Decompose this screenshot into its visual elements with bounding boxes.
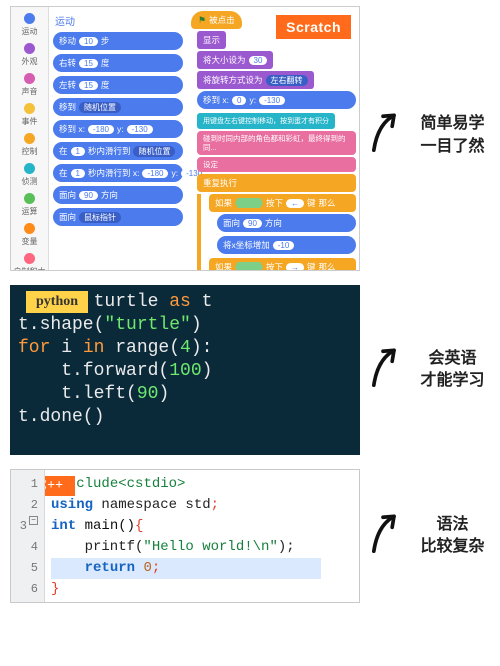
palette-cat-variables[interactable]: 变量 bbox=[22, 223, 38, 247]
control-forever[interactable]: 重复执行 bbox=[197, 174, 356, 192]
custom-short[interactable]: 设定 bbox=[197, 157, 356, 172]
hat-block[interactable]: ⚑被点击 bbox=[191, 11, 242, 29]
block-point[interactable]: 面向90方向 bbox=[53, 186, 183, 204]
palette-cat-operators[interactable]: 运算 bbox=[22, 193, 38, 217]
palette-cat-looks[interactable]: 外观 bbox=[22, 43, 38, 67]
flag-icon: ⚑ bbox=[198, 15, 206, 26]
cpp-code: #include<cstdio> using namespace std; in… bbox=[51, 474, 321, 600]
block-turn-right[interactable]: 右转15度 bbox=[53, 54, 183, 72]
looks-show[interactable]: 显示 bbox=[197, 31, 226, 49]
control-if-2[interactable]: 如果按下→键那么 bbox=[209, 258, 356, 271]
arrow-icon bbox=[360, 101, 405, 171]
palette-cat-sound[interactable]: 声音 bbox=[22, 73, 38, 97]
category-title: 运动 bbox=[55, 13, 183, 28]
hex-slot bbox=[235, 198, 263, 208]
palette-cat-sensing[interactable]: 侦测 bbox=[22, 163, 38, 187]
sensing-ask[interactable]: 用键盘左右键控制移动，按到蛋才有积分 bbox=[197, 113, 335, 129]
scratch-screenshot: Scratch 运动 外观 声音 事件 控制 侦测 运算 变量 自制积木 运动 … bbox=[10, 6, 360, 271]
block-glidexy[interactable]: 在1秒内滑行到 x:-180y:-130 bbox=[53, 164, 183, 182]
looks-rotstyle[interactable]: 将旋转方式设为左右翻转 bbox=[197, 71, 314, 89]
block-goto[interactable]: 移到随机位置 bbox=[53, 98, 183, 116]
arrow-icon bbox=[360, 335, 405, 405]
caption-cpp: 语法 比较复杂 bbox=[405, 514, 500, 559]
block-turn-left[interactable]: 左转15度 bbox=[53, 76, 183, 94]
cpp-screenshot: C++ 1 2 3− 4 5 6 #include<cstdio> using … bbox=[10, 469, 360, 603]
palette-cat-motion[interactable]: 运动 bbox=[22, 13, 38, 37]
palette-cat-events[interactable]: 事件 bbox=[22, 103, 38, 127]
block-move[interactable]: 移动10步 bbox=[53, 32, 183, 50]
block-glide[interactable]: 在1秒内滑行到随机位置 bbox=[53, 142, 183, 160]
block-point-towards[interactable]: 面向鼠标指针 bbox=[53, 208, 183, 226]
arrow-icon bbox=[360, 501, 405, 571]
palette-cat-myblocks[interactable]: 自制积木 bbox=[14, 253, 46, 271]
hex-slot bbox=[235, 262, 263, 271]
line-gutter: 1 2 3− 4 5 6 bbox=[11, 470, 45, 602]
python-badge: python bbox=[26, 291, 88, 313]
fold-icon[interactable]: − bbox=[29, 516, 38, 525]
caption-scratch: 简单易学 一目了然 bbox=[405, 113, 500, 158]
looks-setsize[interactable]: 将大小设为30 bbox=[197, 51, 273, 69]
block-palette: 运动 外观 声音 事件 控制 侦测 运算 变量 自制积木 bbox=[11, 7, 49, 270]
motion-blocks-list: 运动 移动10步 右转15度 左转15度 移到随机位置 移到 x:-180y:-… bbox=[53, 7, 183, 270]
custom-long[interactable]: 碰到时同内部的角色都和彩虹，最终得到的同... bbox=[197, 131, 356, 155]
block-gotoxy[interactable]: 移到 x:-180y:-130 bbox=[53, 120, 183, 138]
script-area[interactable]: ⚑被点击 显示 将大小设为30 将旋转方式设为左右翻转 移到 x:0y:-130… bbox=[191, 11, 356, 271]
motion-gotoxy[interactable]: 移到 x:0y:-130 bbox=[197, 91, 356, 109]
palette-cat-control[interactable]: 控制 bbox=[22, 133, 38, 157]
motion-changex-1[interactable]: 将x坐标增加-10 bbox=[217, 236, 356, 254]
python-screenshot: python import turtle as t t.shape("turtl… bbox=[10, 285, 360, 455]
control-if-1[interactable]: 如果按下←键那么 bbox=[209, 194, 356, 212]
motion-point-1[interactable]: 面向90方向 bbox=[217, 214, 356, 232]
caption-python: 会英语 才能学习 bbox=[405, 348, 500, 393]
